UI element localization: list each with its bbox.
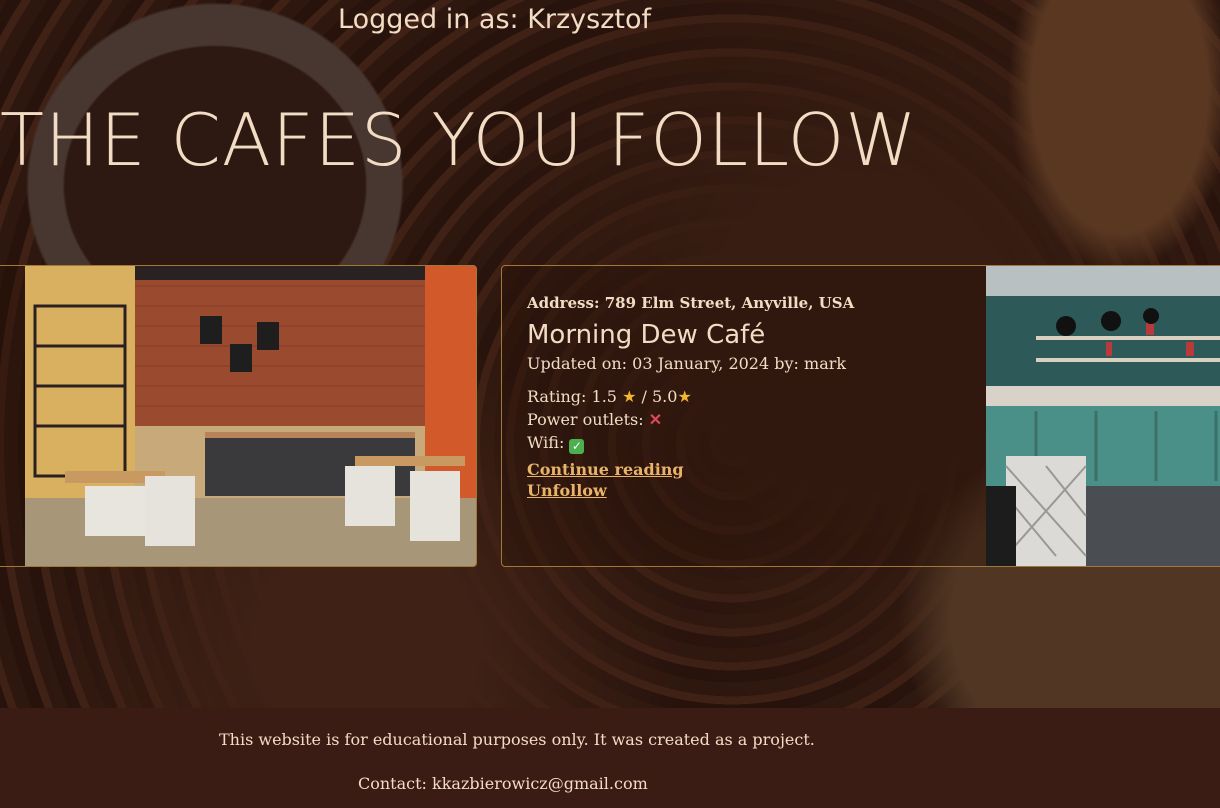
footer-contact: Contact: kkazbierowicz@gmail.com xyxy=(358,774,648,793)
check-mark-icon: ✓ xyxy=(569,439,585,454)
cafe-name: Morning Dew Café xyxy=(527,320,766,350)
rating-label: Rating: xyxy=(527,387,587,406)
rating-separator: / xyxy=(641,387,647,406)
cafe-power-outlets: Power outlets: ✕ xyxy=(527,410,967,429)
power-label: Power outlets: xyxy=(527,410,644,429)
cross-mark-icon: ✕ xyxy=(648,410,663,429)
updated-prefix: Updated on: xyxy=(527,354,628,373)
updated-date: 03 January, 2024 xyxy=(632,354,770,373)
cafe-updated: Updated on: 03 January, 2024 by: mark xyxy=(527,354,967,373)
unfollow-link[interactable]: Unfollow xyxy=(527,481,967,500)
cafe-address: Address: 789 Elm Street, Anyville, USA xyxy=(527,294,967,312)
cafe-card-previous[interactable] xyxy=(0,265,477,567)
footer-disclaimer: This website is for educational purposes… xyxy=(219,730,815,749)
username: Krzysztof xyxy=(527,4,652,35)
cafe-info: Address: 789 Elm Street, Anyville, USA M… xyxy=(527,294,967,500)
cafe-card-active: Address: 789 Elm Street, Anyville, USA M… xyxy=(501,265,1220,567)
updated-by: mark xyxy=(804,354,847,373)
login-status: Logged in as: Krzysztof xyxy=(338,4,651,35)
rating-value: 1.5 xyxy=(591,387,617,406)
star-icon: ★ xyxy=(622,387,637,406)
cafe-wifi: Wifi: ✓ xyxy=(527,433,967,454)
footer: This website is for educational purposes… xyxy=(0,708,1220,808)
cafe-rating: Rating: 1.5 ★ / 5.0★ xyxy=(527,387,967,406)
continue-reading-link[interactable]: Continue reading xyxy=(527,460,967,479)
star-icon: ★ xyxy=(677,387,692,406)
updated-by-prefix: by: xyxy=(774,354,799,373)
cafe-bar-photo xyxy=(986,266,1220,566)
contact-email: kkazbierowicz@gmail.com xyxy=(432,774,648,793)
page-title: THE CAFES YOU FOLLOW xyxy=(0,98,918,182)
login-prefix: Logged in as: xyxy=(338,4,519,35)
rating-max: 5.0 xyxy=(652,387,678,406)
cafe-carousel: Address: 789 Elm Street, Anyville, USA M… xyxy=(0,265,1220,569)
wifi-label: Wifi: xyxy=(527,433,565,452)
address-label: Address: xyxy=(527,294,600,312)
address-value: 789 Elm Street, Anyville, USA xyxy=(604,294,855,312)
cafe-interior-photo xyxy=(25,266,476,566)
contact-label: Contact: xyxy=(358,774,427,793)
